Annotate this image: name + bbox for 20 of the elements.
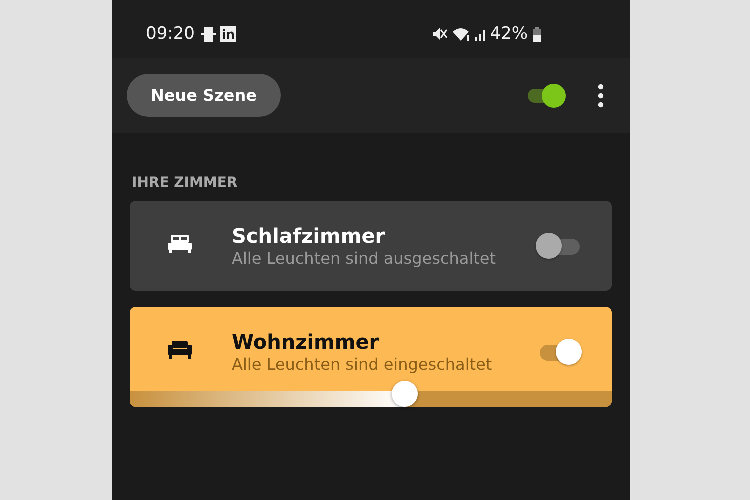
master-toggle[interactable]	[528, 84, 566, 108]
bed-icon	[168, 235, 192, 253]
battery-icon	[532, 26, 542, 42]
brightness-slider[interactable]	[130, 381, 612, 407]
section-title: IHRE ZIMMER	[132, 175, 238, 191]
new-scene-button[interactable]: Neue Szene	[127, 74, 281, 117]
clock: 09:20	[146, 24, 195, 44]
room-name: Schlafzimmer	[232, 224, 386, 248]
room-toggle[interactable]	[540, 339, 582, 365]
room-card[interactable]: Schlafzimmer Alle Leuchten sind ausgeschaltet	[130, 201, 612, 291]
room-name: Wohnzimmer	[232, 330, 380, 354]
room-card[interactable]: Wohnzimmer Alle Leuchten sind eingeschaltet	[130, 307, 612, 407]
battery-percentage: 42%	[490, 24, 528, 44]
room-status: Alle Leuchten sind eingeschaltet	[232, 355, 494, 374]
wifi-icon	[452, 26, 470, 42]
sofa-icon	[168, 341, 192, 359]
mute-icon	[432, 26, 448, 42]
more-menu-icon[interactable]	[598, 84, 604, 108]
room-status: Alle Leuchten sind ausgeschaltet	[232, 249, 498, 268]
app-icon	[220, 26, 236, 42]
